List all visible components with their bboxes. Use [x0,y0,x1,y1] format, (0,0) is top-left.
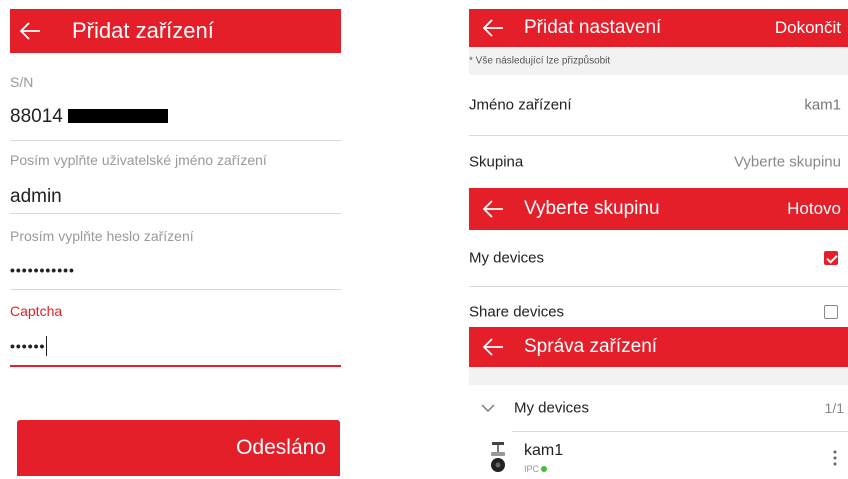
option-my-devices[interactable]: My devices [469,230,848,286]
password-input[interactable]: ••••••••••• [10,262,75,278]
back-arrow-icon[interactable] [20,22,40,40]
spacer-bar [469,367,848,385]
settings-title: Přidat nastavení [524,17,662,38]
device-name-label: Jméno zařízení [469,96,572,114]
note-bar: * Vše následující lze přizpůsobit [469,47,848,75]
divider [10,289,341,290]
select-group-title: Vyberte skupinu [524,198,660,219]
captcha-input[interactable]: •••••• [10,336,48,360]
group-label: Skupina [469,153,524,171]
device-management-title: Správa zařízení [524,336,658,357]
checkbox-checked[interactable] [824,251,838,265]
group-row[interactable]: Skupina Vyberte skupinu [469,136,848,188]
online-status-dot [541,466,547,472]
back-arrow-icon[interactable] [483,338,503,356]
group-my-devices[interactable]: My devices 1/1 [469,385,848,431]
back-arrow-icon[interactable] [483,200,503,218]
option-share-devices[interactable]: Share devices [469,287,848,327]
captcha-underline [10,365,341,367]
settings-header: Přidat nastavení Dokončit [469,9,848,47]
sn-redaction [68,109,169,123]
submit-label: Odesláno [236,436,326,459]
left-header: Přidat zařízení [10,9,341,53]
select-group-header: Vyberte skupinu Hotovo [469,188,848,230]
device-management-header: Správa zařízení [469,327,848,367]
device-name: kam1 [524,442,564,459]
sn-value: 88014 [10,106,63,127]
camera-icon [489,440,507,479]
text-cursor [46,336,48,356]
device-type: IPC [524,464,540,474]
group-name: My devices [514,399,590,417]
captcha-value: •••••• [10,338,46,354]
ok-button[interactable]: Hotovo [787,199,841,219]
device-item[interactable]: kam1 IPC [469,432,848,476]
chevron-down-icon [481,400,495,418]
divider [10,140,341,141]
sn-field[interactable]: 88014 [10,106,341,136]
more-options-icon[interactable] [833,450,837,471]
back-arrow-icon[interactable] [483,19,503,37]
option-label: Share devices [469,303,565,321]
page-title: Přidat zařízení [72,18,214,43]
done-button[interactable]: Dokončit [775,18,841,38]
customize-note: * Vše následující lze přizpůsobit [469,55,611,67]
username-placeholder: Posím vyplňte uživatelské jméno zařízení [10,152,267,168]
username-input[interactable]: admin [10,186,62,208]
submit-button[interactable]: Odesláno [17,420,340,476]
option-label: My devices [469,249,545,267]
group-count: 1/1 [824,400,844,416]
device-name-row[interactable]: Jméno zařízení kam1 [469,75,848,135]
group-value: Vyberte skupinu [733,153,841,171]
checkbox-unchecked[interactable] [824,305,838,319]
divider [10,213,341,214]
device-name-value: kam1 [804,96,841,114]
captcha-label: Captcha [10,303,63,319]
password-placeholder: Prosím vyplňte heslo zařízení [10,228,194,244]
sn-label: S/N [10,74,34,90]
